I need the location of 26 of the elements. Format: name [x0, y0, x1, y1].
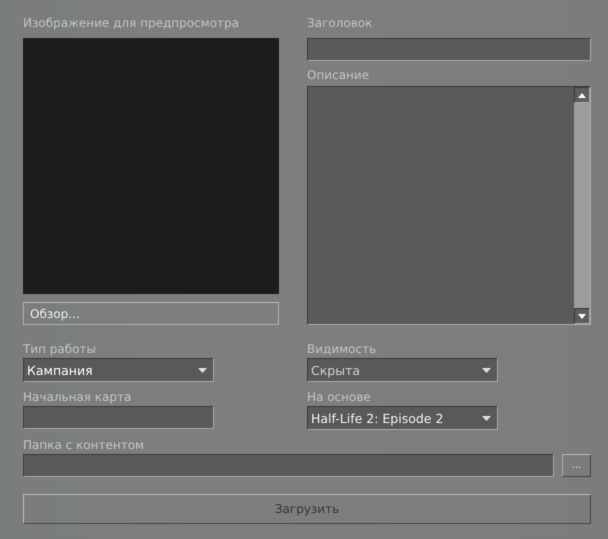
- up-triangle-icon: [578, 92, 586, 98]
- browse-button[interactable]: Обзор...: [23, 302, 279, 325]
- dropdown[interactable]: Кампания: [23, 358, 214, 382]
- caret-icon: [482, 368, 491, 372]
- field-label: Папка с контентом: [23, 437, 146, 454]
- caret-icon: [482, 416, 491, 420]
- content-folder-field[interactable]: [23, 454, 554, 477]
- scroll-down-button[interactable]: [574, 308, 590, 324]
- title-field[interactable]: [307, 38, 591, 61]
- field-label: Начальная карта: [23, 389, 132, 406]
- browse-folder-button[interactable]: ...: [562, 454, 591, 477]
- upload-button[interactable]: Загрузить: [23, 494, 591, 524]
- field-label: Тип работы: [23, 341, 97, 358]
- description-field[interactable]: [307, 86, 591, 325]
- dropdown[interactable]: Скрыта: [307, 358, 498, 382]
- field-label: Заголовок: [307, 15, 374, 32]
- scrollbar-thumb[interactable]: [574, 103, 590, 308]
- field-label: На основе: [307, 389, 372, 406]
- caret-icon: [198, 368, 207, 372]
- start-map-field[interactable]: [23, 406, 214, 429]
- field-label: Видимость: [307, 341, 378, 358]
- down-triangle-icon: [578, 314, 586, 318]
- scroll-up-button[interactable]: [574, 87, 590, 103]
- dropdown[interactable]: Half-Life 2: Episode 2: [307, 406, 498, 430]
- field-label: Описание: [307, 67, 370, 84]
- field-label: Изображение для предпросмотра: [23, 15, 240, 32]
